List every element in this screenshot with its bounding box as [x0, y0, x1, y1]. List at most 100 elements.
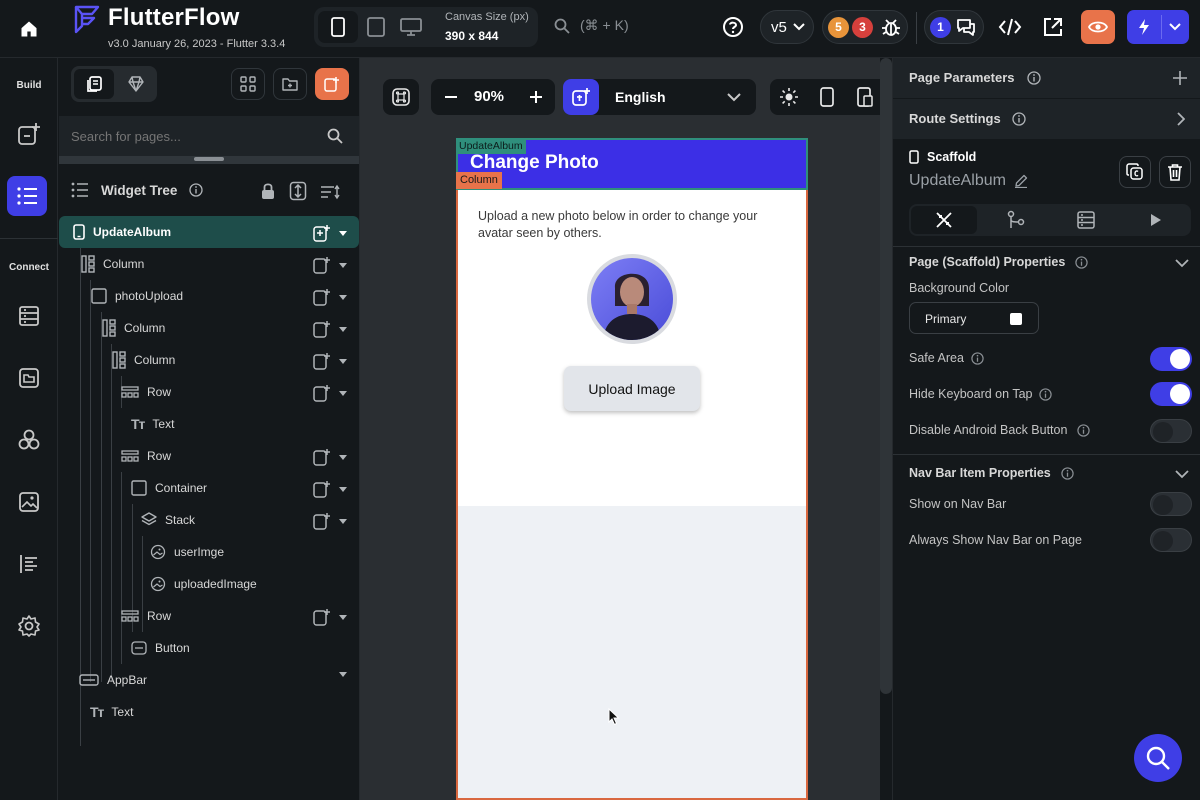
integrations-nav-button[interactable]: [0, 420, 58, 460]
delete-widget-button[interactable]: [1159, 156, 1191, 188]
widget-name-field[interactable]: UpdateAlbum: [909, 172, 1028, 190]
tree-item-column[interactable]: Column: [59, 312, 359, 344]
pages-tab[interactable]: [74, 69, 114, 99]
tree-item-userimge[interactable]: userImge: [59, 536, 359, 568]
add-child-icon[interactable]: [313, 480, 331, 498]
tree-item-container[interactable]: Container: [59, 472, 359, 504]
settings-nav-button[interactable]: [0, 606, 58, 646]
add-child-icon[interactable]: [313, 352, 331, 370]
add-page-button[interactable]: [0, 114, 58, 154]
navbar-properties-header[interactable]: Nav Bar Item Properties: [909, 466, 1074, 480]
tab-properties[interactable]: [911, 206, 977, 234]
info-icon[interactable]: [1077, 424, 1090, 437]
translation-button[interactable]: [563, 79, 599, 115]
caret-down-icon[interactable]: [339, 390, 347, 396]
tree-item-button[interactable]: Button: [59, 632, 359, 664]
info-icon[interactable]: [1012, 112, 1026, 126]
grid-view-button[interactable]: [231, 68, 265, 100]
tree-item-row[interactable]: Row: [59, 440, 359, 472]
add-child-icon[interactable]: [313, 608, 331, 626]
tab-animations[interactable]: [1123, 206, 1189, 234]
caret-down-icon[interactable]: [339, 486, 347, 492]
device-frame-icon[interactable]: [820, 87, 834, 107]
info-icon[interactable]: [1061, 466, 1074, 480]
tree-item-photoupload[interactable]: photoUpload: [59, 280, 359, 312]
tree-item-updatealbum[interactable]: UpdateAlbum: [59, 216, 359, 248]
components-tab[interactable]: [119, 69, 153, 99]
caret-down-icon[interactable]: [339, 262, 347, 268]
zoom-out-icon[interactable]: [445, 96, 457, 98]
view-code-button[interactable]: [998, 16, 1022, 38]
add-child-icon[interactable]: [313, 256, 331, 274]
widget-tree-nav-button[interactable]: [7, 176, 47, 216]
chevron-down-icon[interactable]: [1175, 470, 1189, 479]
tree-item-column[interactable]: Column: [59, 248, 359, 280]
hide-keyboard-toggle[interactable]: [1150, 382, 1192, 406]
lock-icon[interactable]: [260, 182, 276, 200]
open-external-button[interactable]: [1042, 16, 1064, 38]
scaffold-properties-header[interactable]: Page (Scaffold) Properties: [909, 255, 1088, 269]
keyboard-shortcuts-button[interactable]: [383, 79, 419, 115]
tree-item-stack[interactable]: Stack: [59, 504, 359, 536]
caret-down-icon[interactable]: [339, 672, 347, 677]
copy-widget-button[interactable]: [1119, 156, 1151, 188]
always-show-navbar-toggle[interactable]: [1150, 528, 1192, 552]
tab-backend-query[interactable]: [1053, 206, 1119, 234]
add-child-icon[interactable]: [313, 448, 331, 466]
app-details-nav-button[interactable]: [0, 544, 58, 584]
phone-device-button[interactable]: [318, 11, 358, 43]
panel-resize-handle[interactable]: [59, 156, 359, 164]
new-folder-button[interactable]: [273, 68, 307, 100]
bg-color-picker[interactable]: Primary: [909, 302, 1039, 334]
add-child-icon[interactable]: [313, 288, 331, 306]
help-button[interactable]: [722, 16, 744, 38]
info-icon[interactable]: [1039, 388, 1052, 401]
tree-item-appbar[interactable]: AppBar: [59, 664, 359, 696]
caret-down-icon[interactable]: [339, 326, 347, 332]
tablet-device-button[interactable]: [364, 11, 388, 43]
zoom-in-icon[interactable]: [530, 91, 542, 103]
canvas-size-value[interactable]: 390 x 844: [445, 29, 498, 43]
issues-indicator[interactable]: 5 3: [822, 10, 908, 44]
language-select[interactable]: English: [563, 79, 756, 115]
command-search[interactable]: (⌘ + K): [554, 17, 629, 34]
sort-icon[interactable]: [320, 184, 342, 200]
add-page-panel-button[interactable]: [315, 68, 349, 100]
chevron-down-icon[interactable]: [1175, 259, 1189, 268]
image-assets-nav-button[interactable]: [0, 482, 58, 522]
tree-item-column[interactable]: Column: [59, 344, 359, 376]
light-mode-icon[interactable]: [779, 87, 799, 107]
caret-down-icon[interactable]: [339, 230, 347, 236]
responsive-layout-icon[interactable]: [857, 87, 873, 107]
info-icon[interactable]: [1075, 255, 1088, 269]
tree-item-row[interactable]: Row: [59, 600, 359, 632]
info-icon[interactable]: [189, 183, 204, 197]
tree-item-row[interactable]: Row: [59, 376, 359, 408]
page-parameters-header[interactable]: Page Parameters: [893, 58, 1200, 98]
disable-back-toggle[interactable]: [1150, 419, 1192, 443]
preview-button[interactable]: [1081, 10, 1115, 44]
add-child-icon[interactable]: [313, 384, 331, 402]
chevron-down-icon[interactable]: [1169, 23, 1181, 31]
caret-down-icon[interactable]: [339, 294, 347, 300]
media-assets-nav-button[interactable]: [0, 358, 58, 398]
route-settings-header[interactable]: Route Settings: [893, 99, 1200, 139]
page-search-input[interactable]: [71, 124, 311, 148]
caret-down-icon[interactable]: [339, 518, 347, 524]
expand-collapse-icon[interactable]: [289, 181, 307, 201]
safe-area-toggle[interactable]: [1150, 347, 1192, 371]
caret-down-icon[interactable]: [339, 358, 347, 364]
show-navbar-toggle[interactable]: [1150, 492, 1192, 516]
photo-upload-column[interactable]: Upload a new photo below in order to cha…: [458, 190, 806, 506]
add-child-icon[interactable]: [313, 320, 331, 338]
database-nav-button[interactable]: [0, 296, 58, 336]
desktop-device-button[interactable]: [398, 11, 424, 43]
tab-actions[interactable]: [983, 206, 1049, 234]
tree-item-text[interactable]: Tт Text: [59, 408, 359, 440]
pencil-icon[interactable]: [1014, 174, 1028, 188]
add-icon[interactable]: [1173, 71, 1187, 85]
caret-down-icon[interactable]: [339, 454, 347, 460]
add-child-icon[interactable]: [313, 224, 331, 242]
comments-button[interactable]: 1: [924, 10, 984, 44]
run-button[interactable]: [1127, 10, 1189, 44]
